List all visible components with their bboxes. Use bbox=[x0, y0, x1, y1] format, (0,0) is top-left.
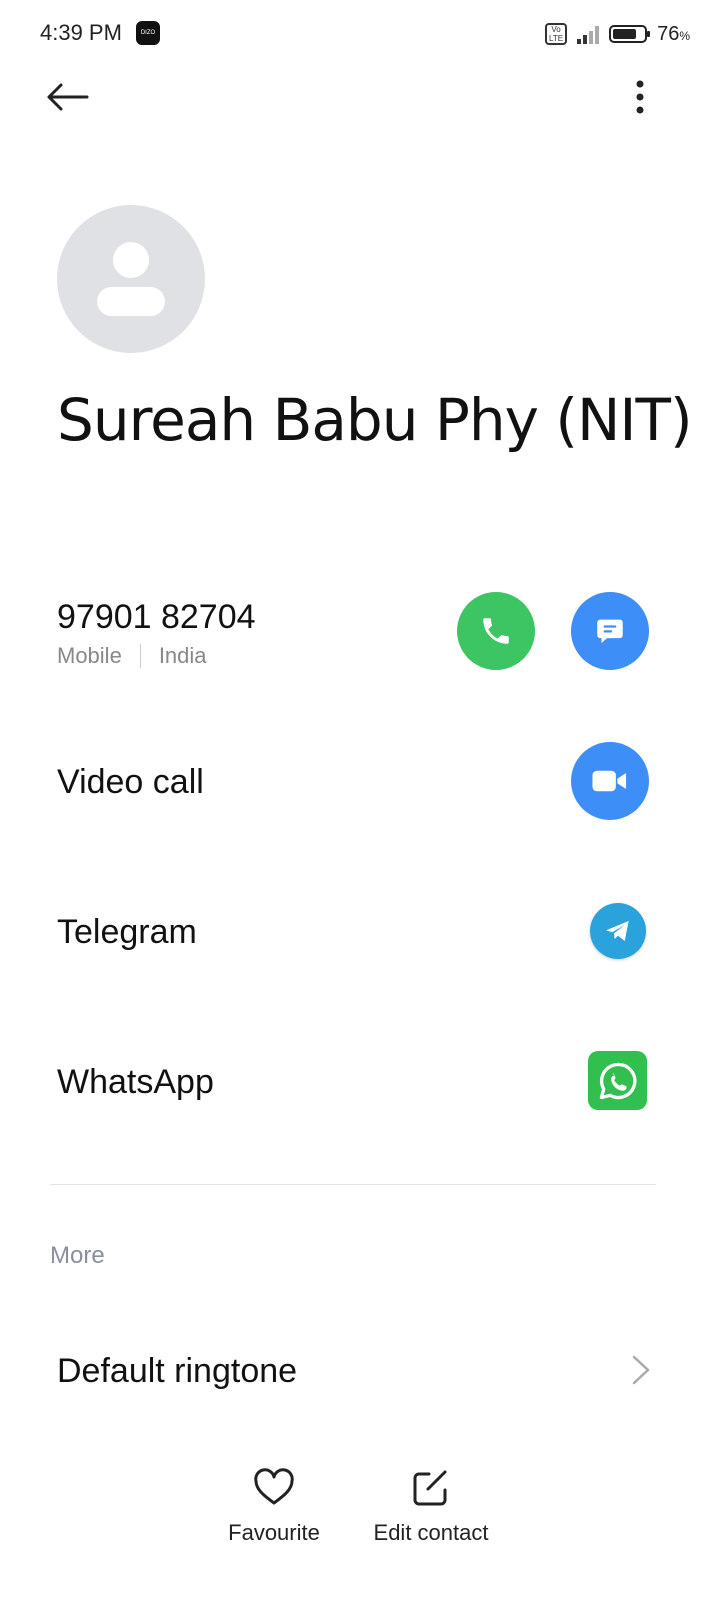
volte-top-text: Vo bbox=[551, 25, 561, 34]
whatsapp-icon bbox=[599, 1062, 636, 1099]
edit-contact-button[interactable]: Edit contact bbox=[351, 1466, 511, 1556]
more-vertical-icon bbox=[636, 80, 644, 114]
phone-meta: Mobile India bbox=[57, 643, 207, 669]
edit-icon bbox=[413, 1470, 447, 1506]
message-icon bbox=[597, 619, 623, 644]
whatsapp-button[interactable] bbox=[588, 1051, 647, 1110]
message-button[interactable] bbox=[571, 592, 649, 670]
battery-fill bbox=[613, 29, 637, 39]
default-ringtone-label: Default ringtone bbox=[57, 1352, 298, 1390]
signal-icon bbox=[577, 24, 600, 44]
avatar-body bbox=[97, 287, 165, 316]
avatar[interactable] bbox=[57, 205, 205, 353]
favourite-label: Favourite bbox=[228, 1520, 320, 1545]
video-call-label[interactable]: Video call bbox=[57, 763, 204, 802]
phone-meta-divider bbox=[139, 644, 141, 668]
notification-app-icon: DIZO bbox=[136, 21, 160, 45]
chevron-right-icon bbox=[632, 1355, 650, 1385]
contact-detail-screen: 4:39 PM DIZO Vo LTE 76% Sureah Babu Phy … bbox=[0, 0, 720, 1600]
back-button[interactable] bbox=[40, 72, 94, 122]
video-call-button[interactable] bbox=[571, 742, 649, 820]
phone-type: Mobile bbox=[57, 643, 122, 668]
telegram-button[interactable] bbox=[590, 903, 646, 959]
avatar-head bbox=[113, 242, 149, 278]
call-button[interactable] bbox=[457, 592, 535, 670]
volte-bottom-text: LTE bbox=[549, 34, 564, 43]
telegram-label[interactable]: Telegram bbox=[57, 913, 197, 952]
telegram-icon bbox=[606, 921, 629, 941]
status-bar: 4:39 PM DIZO Vo LTE 76% bbox=[0, 0, 720, 68]
status-time: 4:39 PM bbox=[40, 20, 122, 45]
more-section-title: More bbox=[50, 1242, 105, 1269]
arrow-left-icon bbox=[47, 83, 89, 111]
favourite-button[interactable]: Favourite bbox=[194, 1466, 354, 1556]
battery-percent: 76% bbox=[657, 22, 690, 45]
default-ringtone-row[interactable]: Default ringtone bbox=[0, 1330, 720, 1410]
phone-icon bbox=[483, 618, 509, 644]
contact-name: Sureah Babu Phy (NIT) bbox=[57, 386, 693, 454]
edit-contact-label: Edit contact bbox=[373, 1520, 489, 1545]
battery-icon bbox=[609, 25, 651, 43]
phone-region: India bbox=[158, 643, 207, 668]
volte-icon: Vo LTE bbox=[545, 23, 568, 45]
whatsapp-label[interactable]: WhatsApp bbox=[57, 1063, 214, 1102]
heart-icon bbox=[254, 1468, 294, 1505]
section-divider bbox=[50, 1184, 656, 1185]
more-options-button[interactable] bbox=[620, 72, 660, 122]
status-indicators: Vo LTE 76% bbox=[545, 20, 690, 48]
phone-number[interactable]: 97901 82704 bbox=[57, 598, 256, 637]
video-camera-icon bbox=[592, 770, 627, 792]
